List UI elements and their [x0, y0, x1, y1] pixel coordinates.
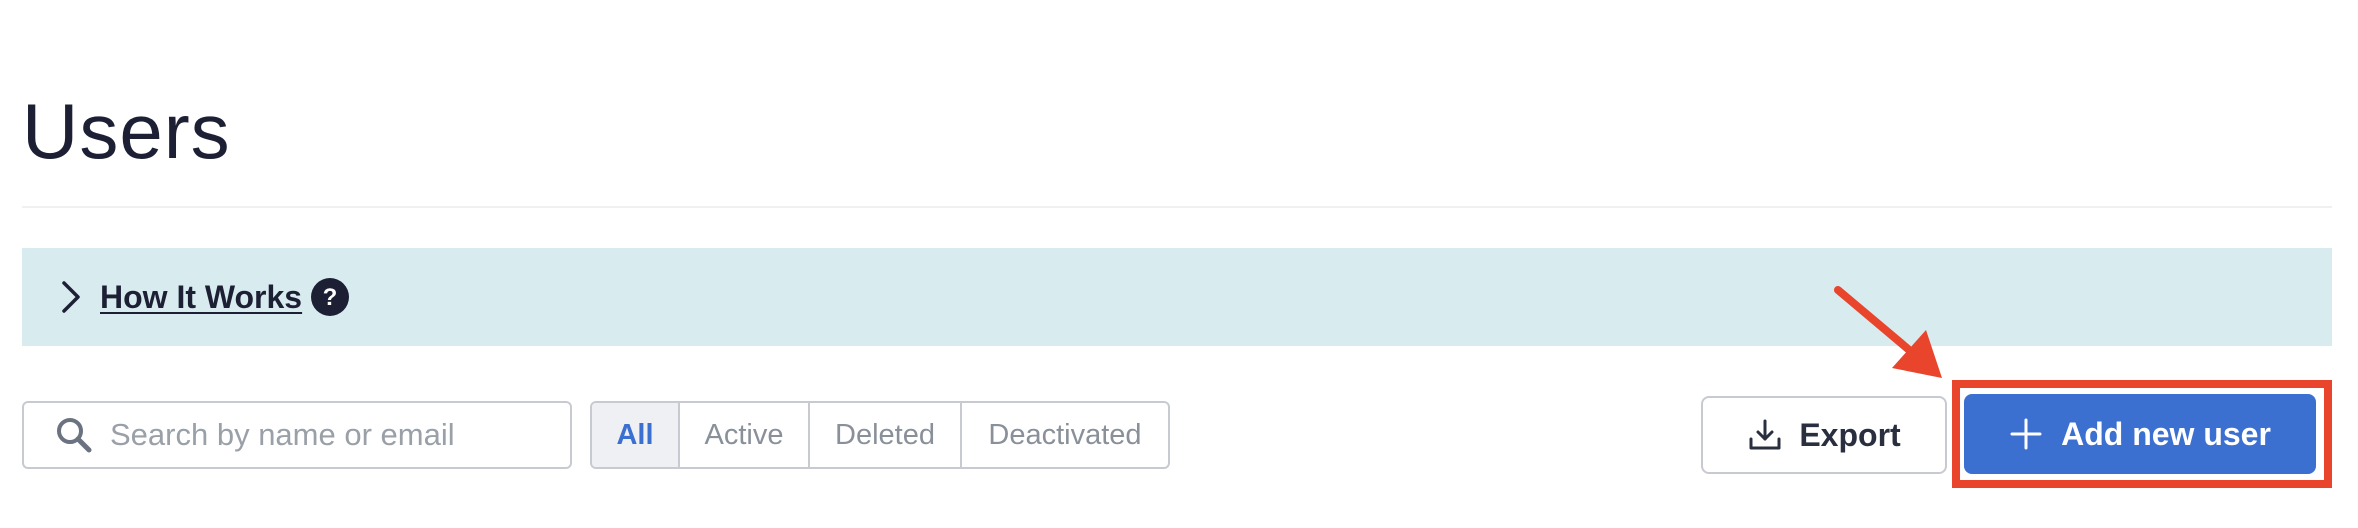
search-input[interactable]: [108, 416, 552, 454]
download-icon: [1747, 417, 1783, 453]
export-label: Export: [1799, 416, 1901, 453]
plus-icon: [2009, 417, 2043, 451]
search-field[interactable]: [22, 401, 572, 469]
header-divider: [22, 206, 2332, 208]
question-circle-icon[interactable]: ?: [310, 277, 350, 317]
filter-all[interactable]: All: [592, 403, 678, 467]
add-new-user-button[interactable]: Add new user: [1964, 394, 2316, 474]
add-new-user-label: Add new user: [2061, 415, 2271, 452]
annotation-arrow-icon: [1834, 286, 1942, 378]
chevron-right-icon[interactable]: [58, 279, 84, 315]
users-page: Users How It Works ? All Active Deleted: [0, 0, 2358, 528]
filter-deleted[interactable]: Deleted: [808, 403, 960, 467]
search-icon: [54, 415, 94, 455]
export-button[interactable]: Export: [1701, 396, 1947, 474]
page-title: Users: [22, 87, 231, 176]
svg-text:?: ?: [323, 284, 338, 311]
filter-active[interactable]: Active: [678, 403, 808, 467]
status-filter-group: All Active Deleted Deactivated: [590, 401, 1170, 469]
how-it-works-link[interactable]: How It Works: [100, 279, 302, 316]
filter-deactivated[interactable]: Deactivated: [960, 403, 1168, 467]
how-it-works-banner: How It Works ?: [22, 248, 2332, 346]
